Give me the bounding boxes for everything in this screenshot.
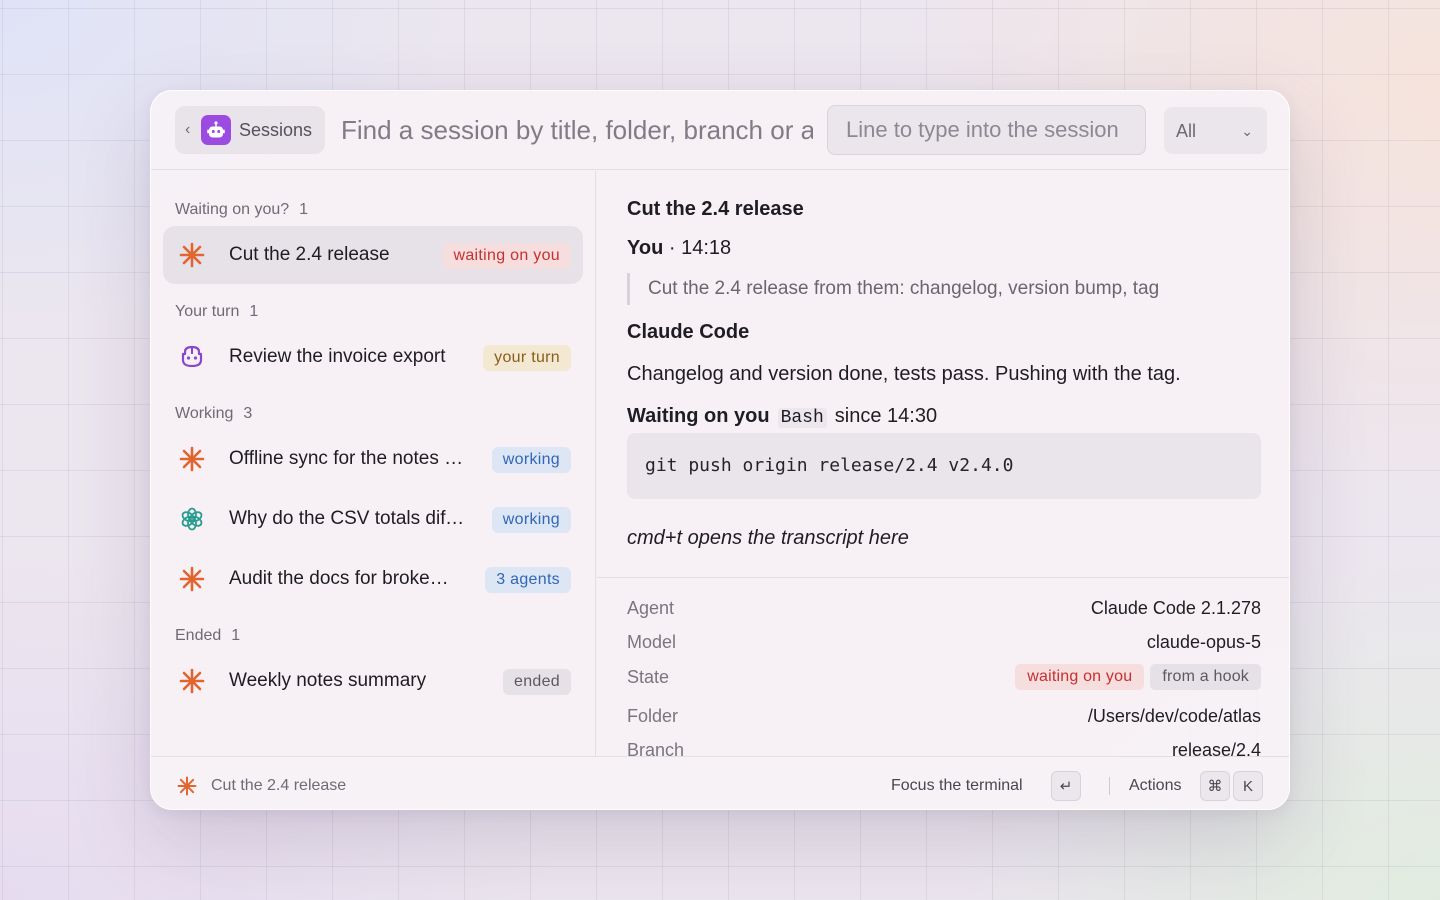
- session-title: Review the invoice export: [229, 346, 446, 367]
- meta-row-agent: Agent Claude Code 2.1.278: [627, 595, 1261, 621]
- meta-key: Model: [627, 632, 677, 652]
- session-title: Weekly notes summary: [229, 670, 427, 691]
- openai-icon: [181, 507, 203, 531]
- sessions-back-button[interactable]: ‹ Sessions: [175, 106, 325, 154]
- meta-key: Branch: [627, 740, 685, 757]
- meta-key: Folder: [627, 706, 679, 726]
- group-header-your-turn: Your turn 1: [175, 303, 258, 321]
- footer-divider: [1109, 777, 1110, 795]
- k-key-icon: K: [1233, 771, 1263, 801]
- session-line-input[interactable]: [827, 105, 1146, 155]
- chevron-down-icon: ⌄: [1241, 123, 1253, 139]
- transcript-hint: cmd+t opens the transcript here: [627, 527, 909, 549]
- session-row[interactable]: Review the invoice export your turn: [163, 328, 583, 386]
- user-message-time: · 14:18: [668, 237, 732, 259]
- state-badges: waiting on you from a hook: [1015, 664, 1261, 690]
- waiting-tool: Bash: [777, 408, 827, 428]
- group-header-waiting: Waiting on you? 1: [175, 201, 308, 219]
- status-badge: waiting on you: [442, 243, 571, 269]
- meta-value: claude-opus-5: [1146, 632, 1261, 652]
- session-list: Waiting on you? 1 Cut the 2.4 release wa…: [151, 171, 596, 756]
- session-title: Audit the docs for broken links: [229, 568, 457, 589]
- group-count: 1: [299, 201, 309, 218]
- group-header-ended: Ended 1: [175, 627, 240, 645]
- session-row[interactable]: Weekly notes summary ended: [163, 652, 583, 710]
- meta-key: Agent: [627, 598, 675, 618]
- meta-value: Claude Code 2.1.278: [1090, 598, 1261, 618]
- return-key-icon: ↵: [1051, 771, 1081, 801]
- session-row[interactable]: Offline sync for the notes app working: [163, 430, 583, 488]
- meta-row-branch: Branch release/2.4: [627, 737, 1261, 757]
- claude-asterisk-icon: [177, 776, 197, 796]
- session-title: Why do the CSV totals differ: [229, 508, 467, 529]
- robot-app-icon: [201, 115, 231, 145]
- detail-title: Cut the 2.4 release: [627, 198, 804, 220]
- session-row[interactable]: Audit the docs for broken links 3 agents: [163, 550, 583, 608]
- session-metadata: Agent Claude Code 2.1.278 Model claude-o…: [597, 577, 1289, 757]
- meta-row-folder: Folder /Users/dev/code/atlas: [627, 703, 1261, 729]
- sessions-window: ‹ Sessions All ⌄ Waiting on: [150, 90, 1290, 810]
- group-label: Waiting on you?: [175, 201, 290, 218]
- group-label: Ended: [175, 627, 222, 644]
- claude-asterisk-icon: [179, 446, 205, 472]
- group-count: 1: [249, 303, 259, 320]
- agent-name: Claude Code: [627, 321, 750, 343]
- claude-asterisk-icon: [179, 566, 205, 592]
- header: ‹ Sessions All ⌄: [151, 91, 1289, 170]
- group-count: 3: [243, 405, 253, 422]
- group-label: Working: [175, 405, 234, 422]
- command-key-icon: ⌘: [1200, 771, 1230, 801]
- status-badge: waiting on you: [1015, 664, 1145, 690]
- group-count: 1: [231, 627, 241, 644]
- session-title: Cut the 2.4 release: [229, 244, 390, 265]
- session-title: Offline sync for the notes app: [229, 448, 467, 469]
- current-session-title: Cut the 2.4 release: [211, 777, 347, 794]
- meta-row-state: State waiting on you from a hook: [627, 664, 1261, 690]
- filter-value: All: [1176, 121, 1197, 141]
- status-badge: your turn: [483, 345, 571, 371]
- agent-message: Changelog and version done, tests pass. …: [627, 363, 1181, 385]
- waiting-since: since 14:30: [834, 405, 938, 427]
- agent-filter-select[interactable]: All ⌄: [1164, 107, 1267, 154]
- copilot-icon: [181, 345, 203, 368]
- waiting-label: Waiting on you: [627, 405, 770, 427]
- session-search-input[interactable]: [341, 108, 813, 152]
- source-badge: from a hook: [1150, 664, 1261, 690]
- sessions-label: Sessions: [239, 119, 313, 140]
- user-label: You: [627, 237, 664, 259]
- group-header-working: Working 3: [175, 405, 252, 423]
- actions-button[interactable]: Actions: [1129, 777, 1181, 795]
- session-row[interactable]: Cut the 2.4 release waiting on you: [163, 226, 583, 284]
- user-message-quote: Cut the 2.4 release from them: changelog…: [627, 273, 1261, 305]
- meta-value: /Users/dev/code/atlas: [1087, 706, 1261, 726]
- claude-asterisk-icon: [179, 668, 205, 694]
- status-badge: working: [491, 507, 571, 533]
- command-block: git push origin release/2.4 v2.4.0: [627, 433, 1261, 499]
- session-row[interactable]: Why do the CSV totals differ working: [163, 490, 583, 548]
- meta-value: release/2.4: [1171, 740, 1261, 757]
- focus-terminal-button[interactable]: Focus the terminal: [891, 777, 1023, 795]
- meta-key: State: [627, 667, 670, 687]
- status-badge: working: [491, 447, 571, 473]
- user-message-header: You · 14:18: [627, 237, 731, 260]
- status-badge: ended: [503, 669, 571, 695]
- footer-bar: Cut the 2.4 release Focus the terminal ↵…: [151, 756, 1289, 809]
- waiting-line: Waiting on you Bash since 14:30: [627, 405, 937, 428]
- group-label: Your turn: [175, 303, 240, 320]
- meta-row-model: Model claude-opus-5: [627, 629, 1261, 655]
- claude-asterisk-icon: [179, 242, 205, 268]
- status-badge: 3 agents: [485, 567, 571, 593]
- chevron-left-icon: ‹: [185, 121, 191, 138]
